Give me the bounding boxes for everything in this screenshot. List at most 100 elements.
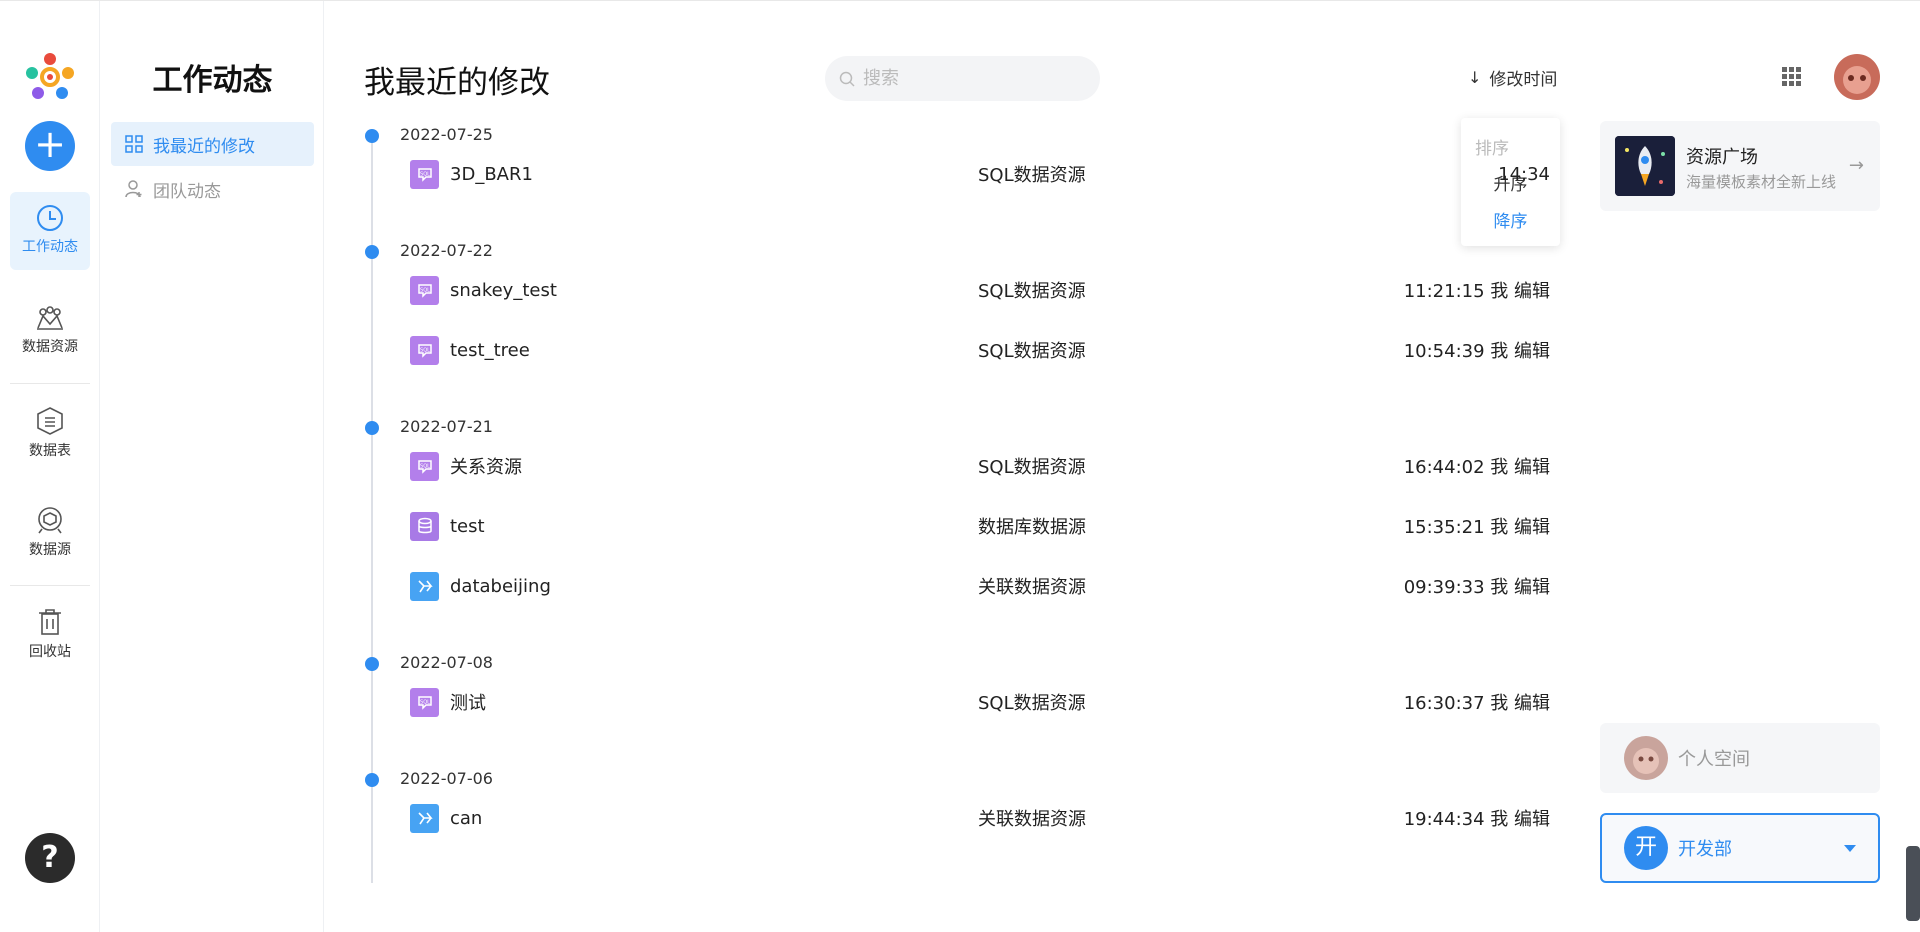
sql-resource-icon: SQL: [410, 687, 439, 717]
sub-item-my-recent[interactable]: 我最近的修改: [111, 122, 314, 166]
user-avatar[interactable]: [1834, 54, 1880, 100]
item-type: SQL数据资源: [978, 165, 1086, 186]
search-box[interactable]: [825, 56, 1100, 101]
svg-text:SQL: SQL: [420, 464, 430, 470]
sub-item-team-activity[interactable]: 团队动态: [111, 167, 314, 211]
item-name: 关系资源: [450, 457, 522, 478]
rail-item-data-table[interactable]: 数据表: [10, 394, 90, 472]
link-resource-icon: [410, 803, 439, 833]
arrow-right-icon: →: [1848, 155, 1864, 176]
list-item[interactable]: can 关联数据资源 19:44:34 我 编辑: [410, 803, 1550, 833]
item-name: 测试: [450, 693, 486, 714]
apps-grid-icon[interactable]: [1782, 67, 1802, 87]
sub-sidebar: 工作动态 我最近的修改 团队动态: [101, 1, 324, 932]
rail-item-data-source[interactable]: 数据源: [10, 493, 90, 571]
sql-resource-icon: SQL: [410, 451, 439, 481]
svg-text:SQL: SQL: [420, 172, 430, 178]
item-type: 关联数据资源: [978, 577, 1086, 598]
rail-item-label: 工作动态: [22, 239, 78, 255]
rail-item-recycle-bin[interactable]: 回收站: [10, 595, 90, 673]
caret-down-icon: [1844, 845, 1856, 852]
item-name: 3D_BAR1: [450, 163, 533, 185]
item-time: 14:34: [1498, 163, 1550, 185]
list-item[interactable]: databeijing 关联数据资源 09:39:33 我 编辑: [410, 571, 1550, 601]
sidebar-title: 工作动态: [152, 63, 273, 98]
list-item[interactable]: SQL test_tree SQL数据资源 10:54:39 我 编辑: [410, 335, 1550, 365]
timeline-line: [371, 129, 373, 883]
list-item[interactable]: SQL snakey_test SQL数据资源 11:21:15 我 编辑: [410, 275, 1550, 305]
data-resource-icon: [37, 306, 63, 330]
item-time: 19:44:34 我 编辑: [1403, 809, 1550, 830]
item-type: SQL数据资源: [978, 693, 1086, 714]
app-root: + 工作动态 数据资源 数据表 数据源 回收站 ? 工作动态 我最近的修改 团队…: [0, 0, 1920, 932]
sort-arrow-icon: ↓: [1468, 68, 1482, 87]
timeline-dot: [365, 421, 379, 435]
personal-space-card[interactable]: 个人空间: [1600, 723, 1880, 793]
team-badge: 开: [1624, 826, 1668, 870]
sub-item-label: 我最近的修改: [153, 136, 255, 157]
rail-item-label: 数据资源: [22, 339, 78, 355]
sort-option-desc[interactable]: 降序: [1461, 207, 1560, 232]
list-item[interactable]: SQL 测试 SQL数据资源 16:30:37 我 编辑: [410, 687, 1550, 717]
sort-toggle[interactable]: ↓ 修改时间: [1468, 65, 1557, 90]
link-resource-icon: [410, 571, 439, 601]
rail-item-label: 数据源: [29, 542, 71, 558]
personal-space-label: 个人空间: [1678, 749, 1750, 770]
user-add-icon: [125, 180, 142, 198]
rail-item-work-activity[interactable]: 工作动态: [10, 192, 90, 270]
list-item[interactable]: test 数据库数据源 15:35:21 我 编辑: [410, 511, 1550, 541]
item-name: snakey_test: [450, 279, 557, 301]
resource-plaza-subtitle: 海量模板素材全新上线: [1686, 173, 1837, 191]
item-type: SQL数据资源: [978, 341, 1086, 362]
item-name: test_tree: [450, 339, 530, 361]
app-logo-icon[interactable]: [24, 51, 76, 103]
left-rail: + 工作动态 数据资源 数据表 数据源 回收站 ?: [0, 1, 100, 932]
clock-icon: [37, 205, 63, 231]
item-type: SQL数据资源: [978, 457, 1086, 478]
rail-divider: [10, 383, 90, 384]
item-name: databeijing: [450, 575, 551, 597]
search-input[interactable]: [863, 68, 1083, 89]
item-time: 16:30:37 我 编辑: [1403, 693, 1550, 714]
avatar-image-icon: [1624, 736, 1668, 780]
sort-dropdown-header: 排序: [1475, 139, 1509, 159]
timeline-date: 2022-07-25: [400, 125, 493, 144]
resource-plaza-title: 资源广场: [1686, 147, 1758, 168]
svg-text:SQL: SQL: [420, 288, 430, 294]
item-name: test: [450, 515, 485, 537]
timeline-dot: [365, 245, 379, 259]
data-source-icon: [38, 507, 62, 534]
timeline-dot: [365, 773, 379, 787]
list-item[interactable]: SQL 3D_BAR1 SQL数据资源 14:34: [410, 159, 1550, 189]
rail-item-label: 回收站: [29, 644, 71, 660]
team-label: 开发部: [1678, 839, 1732, 860]
sql-resource-icon: SQL: [410, 159, 439, 189]
timeline-date: 2022-07-08: [400, 653, 493, 672]
avatar-image-icon: [1834, 54, 1880, 100]
item-time: 10:54:39 我 编辑: [1403, 341, 1550, 362]
item-time: 11:21:15 我 编辑: [1403, 281, 1550, 302]
side-widget-handle[interactable]: [1906, 846, 1920, 921]
item-type: 关联数据资源: [978, 809, 1086, 830]
item-time: 09:39:33 我 编辑: [1403, 577, 1550, 598]
help-button[interactable]: ?: [25, 833, 75, 883]
timeline-date: 2022-07-21: [400, 417, 493, 436]
svg-text:SQL: SQL: [420, 348, 430, 354]
resource-plaza-card[interactable]: 资源广场 海量模板素材全新上线 →: [1600, 121, 1880, 211]
search-icon: [839, 71, 855, 87]
list-item[interactable]: SQL 关系资源 SQL数据资源 16:44:02 我 编辑: [410, 451, 1550, 481]
page-title: 我最近的修改: [364, 65, 550, 101]
add-button[interactable]: +: [25, 121, 75, 171]
team-selector[interactable]: 开 开发部: [1600, 813, 1880, 883]
trash-icon: [39, 609, 61, 635]
rail-item-data-resource[interactable]: 数据资源: [10, 292, 90, 370]
rail-item-label: 数据表: [29, 443, 71, 459]
item-time: 16:44:02 我 编辑: [1403, 457, 1550, 478]
item-time: 15:35:21 我 编辑: [1403, 517, 1550, 538]
grid-icon: [125, 135, 143, 153]
data-table-icon: [37, 407, 63, 435]
sql-resource-icon: SQL: [410, 335, 439, 365]
sub-item-label: 团队动态: [153, 181, 221, 202]
rocket-icon: [1615, 136, 1675, 196]
item-type: 数据库数据源: [978, 517, 1086, 538]
